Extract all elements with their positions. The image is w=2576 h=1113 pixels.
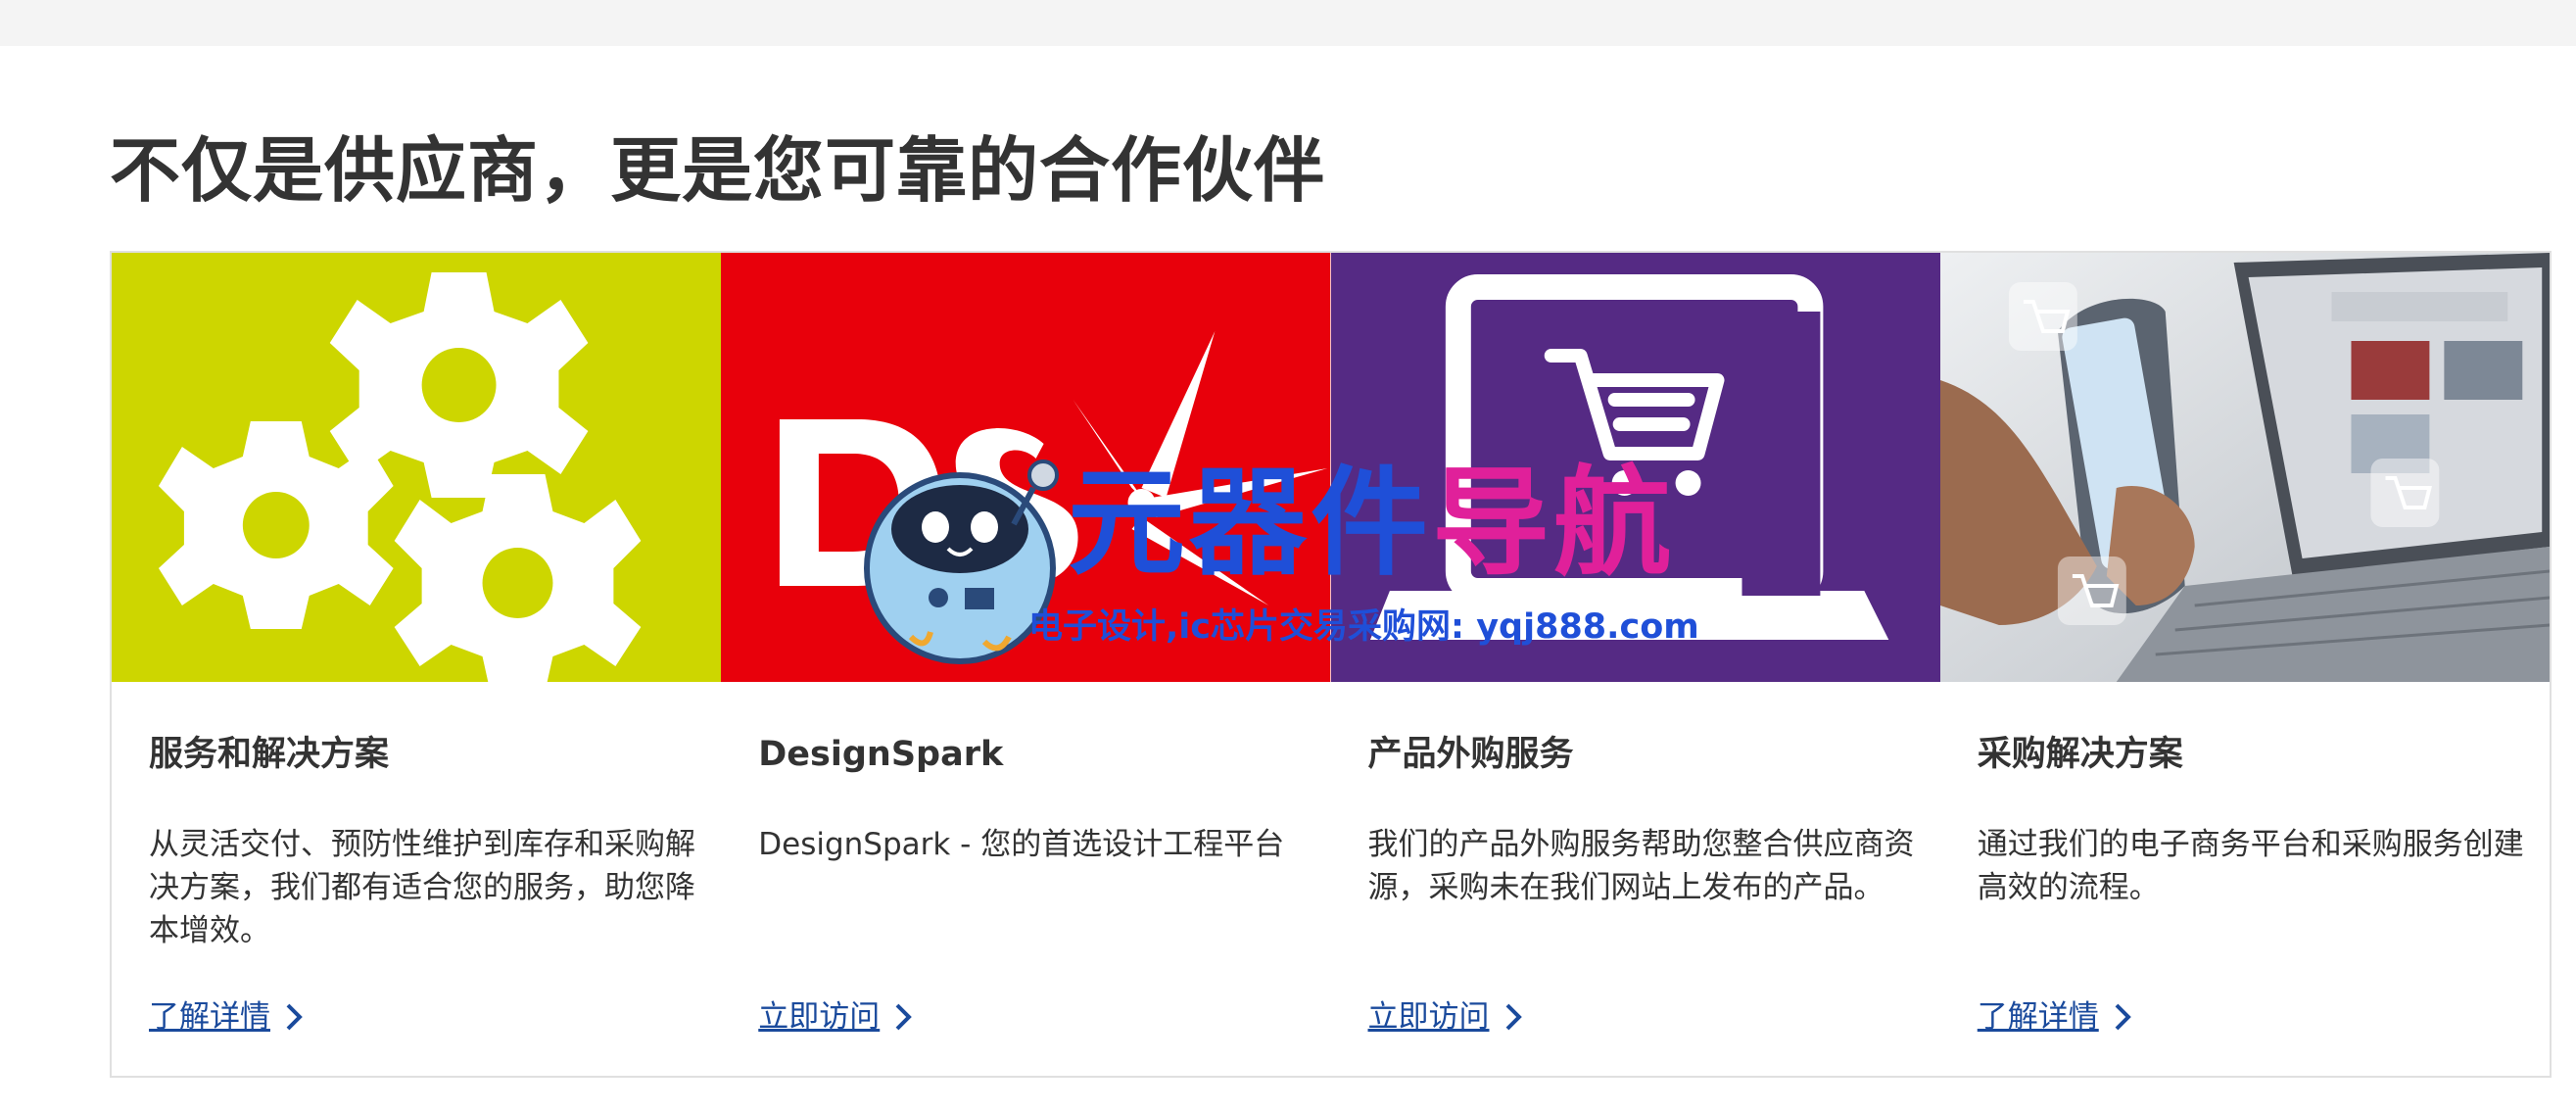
gears-icon [112,253,722,682]
designspark-logo [721,253,1331,682]
link-label: 立即访问 [758,999,881,1035]
chevron-right-icon [895,1003,913,1031]
chevron-right-icon [2115,1003,2131,1031]
learn-more-link[interactable]: 了解详情 [1978,995,2138,1039]
visit-link[interactable]: 立即访问 [758,995,919,1039]
chevron-right-icon [1505,1003,1522,1031]
card-procurement: 采购解决方案 通过我们的电子商务平台和采购服务创建高效的流程。 了解详情 [1939,253,2550,1076]
card-image[interactable] [112,253,722,682]
link-label: 了解详情 [1977,999,2099,1035]
card-description: 从灵活交付、预防性维护到库存和采购解决方案，我们都有适合您的服务，助您降本增效。 [149,827,695,948]
card-product-sourcing: 产品外购服务 我们的产品外购服务帮助您整合供应商资源，采购未在我们网站上发布的产… [1330,253,1940,1076]
card-image[interactable] [1330,253,1940,682]
section-title: 不仅是供应商，更是您可靠的合作伙伴 [110,129,1326,212]
top-strip [0,0,2576,46]
visit-link[interactable]: 立即访问 [1368,995,1529,1039]
card-description: DesignSpark - 您的首选设计工程平台 [758,827,1285,862]
link-label: 立即访问 [1367,999,1490,1035]
card-services: 服务和解决方案 从灵活交付、预防性维护到库存和采购解决方案，我们都有适合您的服务… [112,253,722,1076]
laptop-cart-icon [1330,253,1940,682]
card-title: DesignSpark [758,735,1004,774]
link-label: 了解详情 [149,999,270,1035]
learn-more-link[interactable]: 了解详情 [149,995,310,1039]
card-title: 服务和解决方案 [149,735,390,774]
card-title: 采购解决方案 [1977,735,2183,774]
card-title: 产品外购服务 [1367,735,1574,774]
card-image[interactable] [1939,253,2550,682]
chevron-right-icon [286,1003,303,1031]
card-image[interactable] [721,253,1331,682]
card-description: 通过我们的电子商务平台和采购服务创建高效的流程。 [1977,827,2524,905]
card-description: 我们的产品外购服务帮助您整合供应商资源，采购未在我们网站上发布的产品。 [1367,827,1915,905]
cards-container: 服务和解决方案 从灵活交付、预防性维护到库存和采购解决方案，我们都有适合您的服务… [110,251,2552,1078]
ecommerce-photo [1939,253,2550,682]
card-designspark: DesignSpark DesignSpark - 您的首选设计工程平台 立即访… [721,253,1331,1076]
